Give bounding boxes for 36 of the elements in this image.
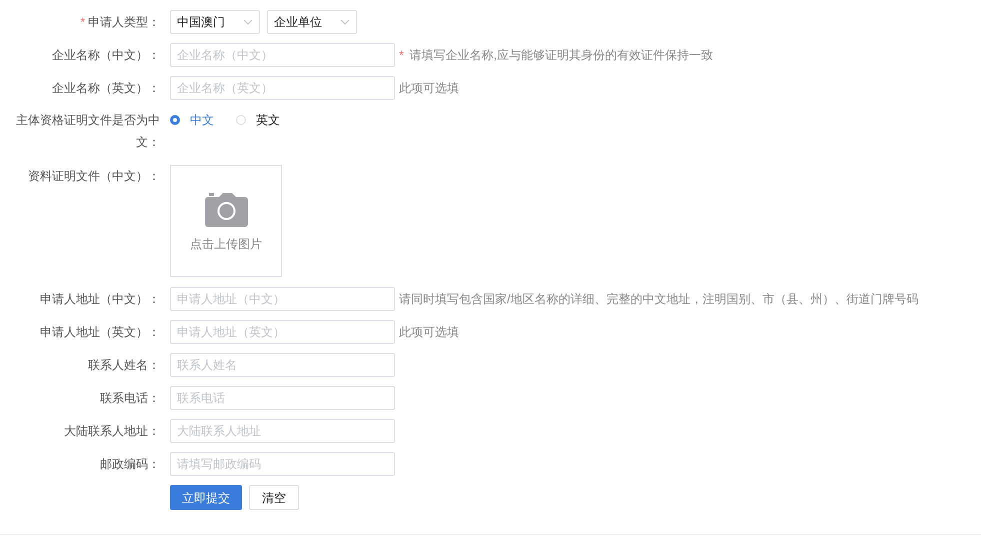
clear-button[interactable]: 清空 [249, 485, 299, 510]
required-asterisk: * [399, 47, 404, 64]
upload-area[interactable]: 点击上传图片 [170, 165, 282, 277]
field-label: 企业名称（英文）： [52, 81, 160, 95]
radio-option[interactable]: 英文 [236, 111, 280, 129]
dropdown[interactable]: 中国澳门 [170, 10, 260, 34]
field-label: 申请人地址（英文）： [40, 325, 160, 339]
hint-text: 请同时填写包含国家/地区名称的详细、完整的中文地址，注明国别、市（县、州）、街道门牌号码 [399, 291, 918, 308]
text-field[interactable]: 大陆联系人地址 [170, 419, 395, 443]
chevron-down-icon [340, 19, 350, 25]
text-field[interactable]: 企业名称（中文） [170, 43, 395, 67]
field-label: 资料证明文件（中文）： [28, 169, 160, 183]
hint-text: 此项可选填 [399, 80, 459, 97]
text-field[interactable]: 请填写邮政编码 [170, 452, 395, 476]
field-label: 申请人地址（中文）： [40, 292, 160, 306]
field-label: 大陆联系人地址： [64, 424, 160, 438]
field-label: 联系人姓名： [88, 358, 160, 372]
field-label: 邮政编码： [100, 457, 160, 471]
text-field[interactable]: 申请人地址（英文） [170, 320, 395, 344]
text-field[interactable]: 联系电话 [170, 386, 395, 410]
hint-text: 此项可选填 [399, 324, 459, 341]
field-label: 联系电话： [100, 391, 160, 405]
required-asterisk: * [80, 15, 85, 29]
dropdown[interactable]: 企业单位 [267, 10, 357, 34]
hint-text: 请填写企业名称,应与能够证明其身份的有效证件保持一致 [410, 47, 714, 64]
upload-caption: 点击上传图片 [190, 236, 262, 253]
chevron-down-icon [243, 19, 253, 25]
text-field[interactable]: 企业名称（英文） [170, 76, 395, 100]
field-label: 申请人类型： [88, 15, 160, 29]
text-field[interactable]: 申请人地址（中文） [170, 287, 395, 311]
camera-icon [204, 193, 248, 227]
field-label: 企业名称（中文）： [52, 48, 160, 62]
radio-option[interactable]: 中文 [170, 111, 214, 129]
text-field[interactable]: 联系人姓名 [170, 353, 395, 377]
submit-button[interactable]: 立即提交 [170, 485, 242, 510]
field-label: 主体资格证明文件是否为中文： [16, 113, 160, 149]
